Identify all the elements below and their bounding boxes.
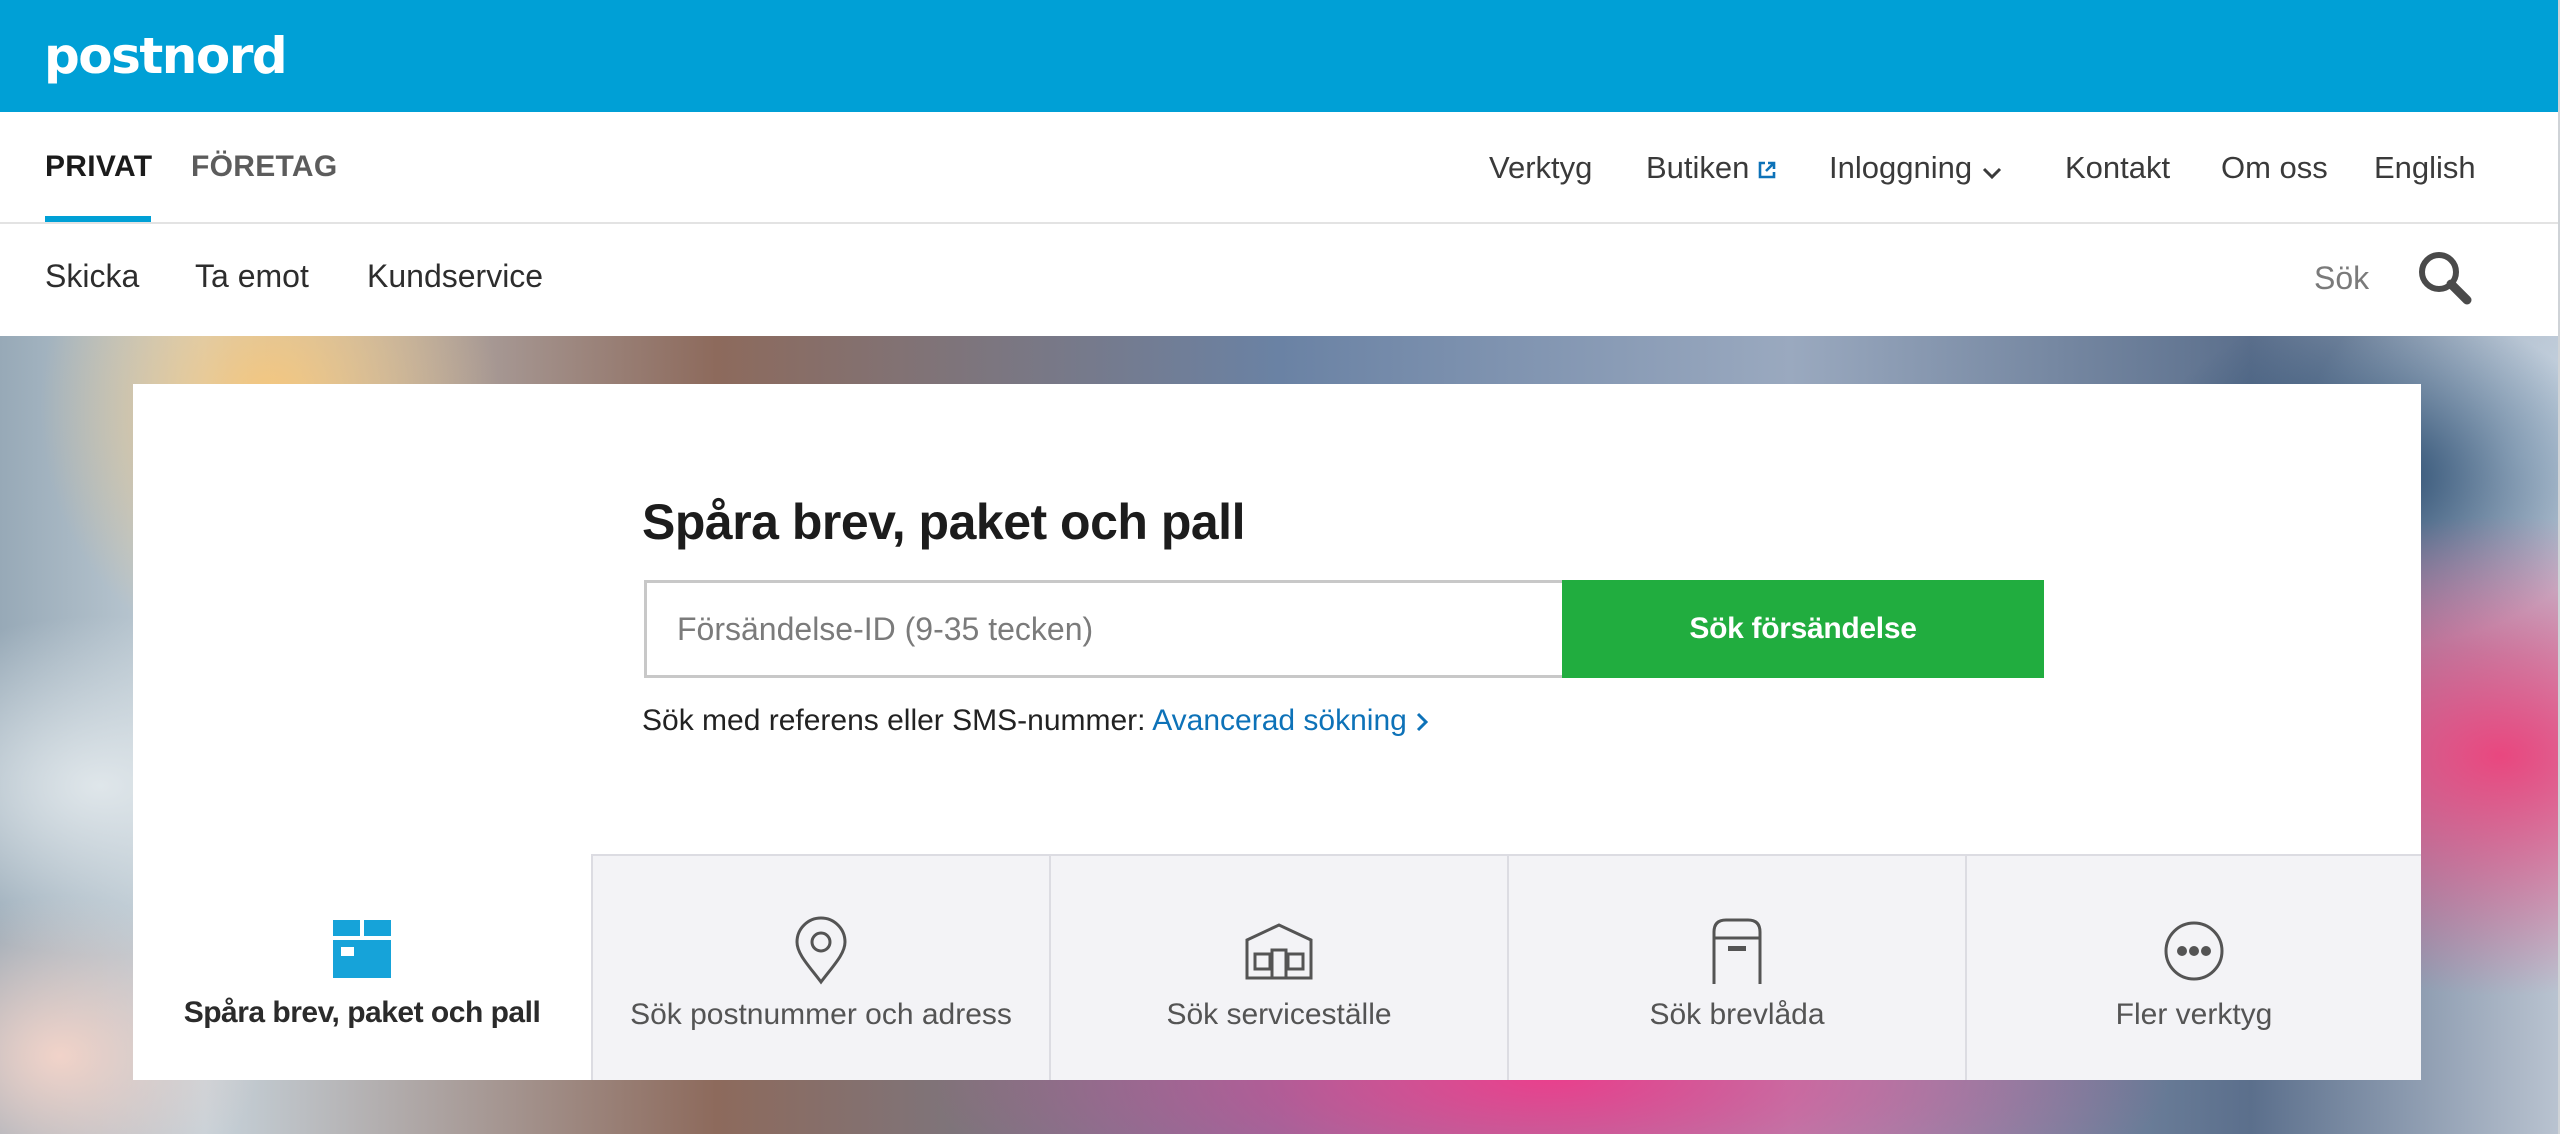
nav-link-kontakt[interactable]: Kontakt bbox=[2065, 150, 2170, 186]
nav-link-inloggning[interactable]: Inloggning bbox=[1829, 150, 2002, 188]
tool-tab-postcode-label: Sök postnummer och adress bbox=[630, 998, 1012, 1031]
tab-foretag[interactable]: FÖRETAG bbox=[191, 150, 338, 184]
service-point-icon bbox=[1244, 916, 1314, 986]
more-icon bbox=[2159, 916, 2229, 986]
secondary-nav: Skicka Ta emot Kundservice Sök bbox=[0, 224, 2558, 336]
nav-link-butiken-label: Butiken bbox=[1646, 150, 1750, 185]
sub-nav-skicka[interactable]: Skicka bbox=[45, 258, 139, 295]
tab-privat[interactable]: PRIVAT bbox=[45, 150, 152, 184]
package-icon bbox=[327, 914, 397, 984]
chevron-down-icon bbox=[1982, 152, 2002, 188]
chevron-right-icon bbox=[1416, 713, 1428, 732]
external-link-icon bbox=[1757, 152, 1777, 188]
tool-tab-more[interactable]: Fler verktyg bbox=[1965, 854, 2421, 1080]
active-tab-indicator bbox=[45, 216, 151, 222]
tool-tab-service-point-label: Sök serviceställe bbox=[1166, 998, 1392, 1031]
search-shipment-button[interactable]: Sök försändelse bbox=[1562, 580, 2044, 678]
tool-tab-track[interactable]: Spåra brev, paket och pall bbox=[133, 854, 591, 1080]
shipment-id-input[interactable] bbox=[644, 580, 1562, 678]
sub-nav-kundservice[interactable]: Kundservice bbox=[367, 258, 543, 295]
tool-tab-more-label: Fler verktyg bbox=[2115, 998, 2273, 1031]
brand-bar: postnord bbox=[0, 0, 2558, 112]
primary-nav: PRIVAT FÖRETAG Verktyg Butiken Inloggnin… bbox=[0, 112, 2558, 224]
nav-link-english[interactable]: English bbox=[2374, 150, 2476, 186]
nav-link-verktyg[interactable]: Verktyg bbox=[1489, 150, 1592, 186]
location-pin-icon bbox=[786, 916, 856, 986]
tool-tab-service-point[interactable]: Sök serviceställe bbox=[1049, 854, 1507, 1080]
mailbox-icon bbox=[1702, 916, 1772, 986]
postnord-logo[interactable]: postnord bbox=[44, 24, 288, 88]
sub-nav-ta-emot[interactable]: Ta emot bbox=[195, 258, 309, 295]
advanced-search-hint: Sök med referens eller SMS-nummer: Avanc… bbox=[642, 704, 1429, 738]
advanced-search-link-label: Avancerad sökning bbox=[1152, 704, 1407, 737]
nav-link-verktyg-label: Verktyg bbox=[1489, 150, 1593, 185]
tool-tabs: Spåra brev, paket och pall Sök postnumme… bbox=[133, 854, 2421, 1080]
nav-link-om-oss-label: Om oss bbox=[2221, 150, 2328, 185]
tracking-title: Spåra brev, paket och pall bbox=[642, 494, 1245, 550]
nav-link-om-oss[interactable]: Om oss bbox=[2221, 150, 2328, 186]
tool-tab-track-label: Spåra brev, paket och pall bbox=[183, 996, 541, 1029]
tool-tab-postcode[interactable]: Sök postnummer och adress bbox=[591, 854, 1049, 1080]
nav-link-inloggning-label: Inloggning bbox=[1829, 150, 1973, 185]
nav-link-kontakt-label: Kontakt bbox=[2065, 150, 2171, 185]
advanced-search-link[interactable]: Avancerad sökning bbox=[1152, 704, 1429, 737]
search-icon[interactable] bbox=[2415, 248, 2475, 308]
nav-link-english-label: English bbox=[2374, 150, 2476, 185]
site-search-label[interactable]: Sök bbox=[2314, 260, 2369, 297]
page: postnord PRIVAT FÖRETAG Verktyg Butiken … bbox=[0, 0, 2558, 1134]
nav-link-butiken[interactable]: Butiken bbox=[1646, 150, 1777, 188]
tracking-card: Spåra brev, paket och pall Sök försändel… bbox=[133, 384, 2421, 1080]
tool-tab-mailbox[interactable]: Sök brevlåda bbox=[1507, 854, 1965, 1080]
tool-tab-mailbox-label: Sök brevlåda bbox=[1649, 998, 1825, 1031]
hint-text: Sök med referens eller SMS-nummer: bbox=[642, 704, 1146, 737]
